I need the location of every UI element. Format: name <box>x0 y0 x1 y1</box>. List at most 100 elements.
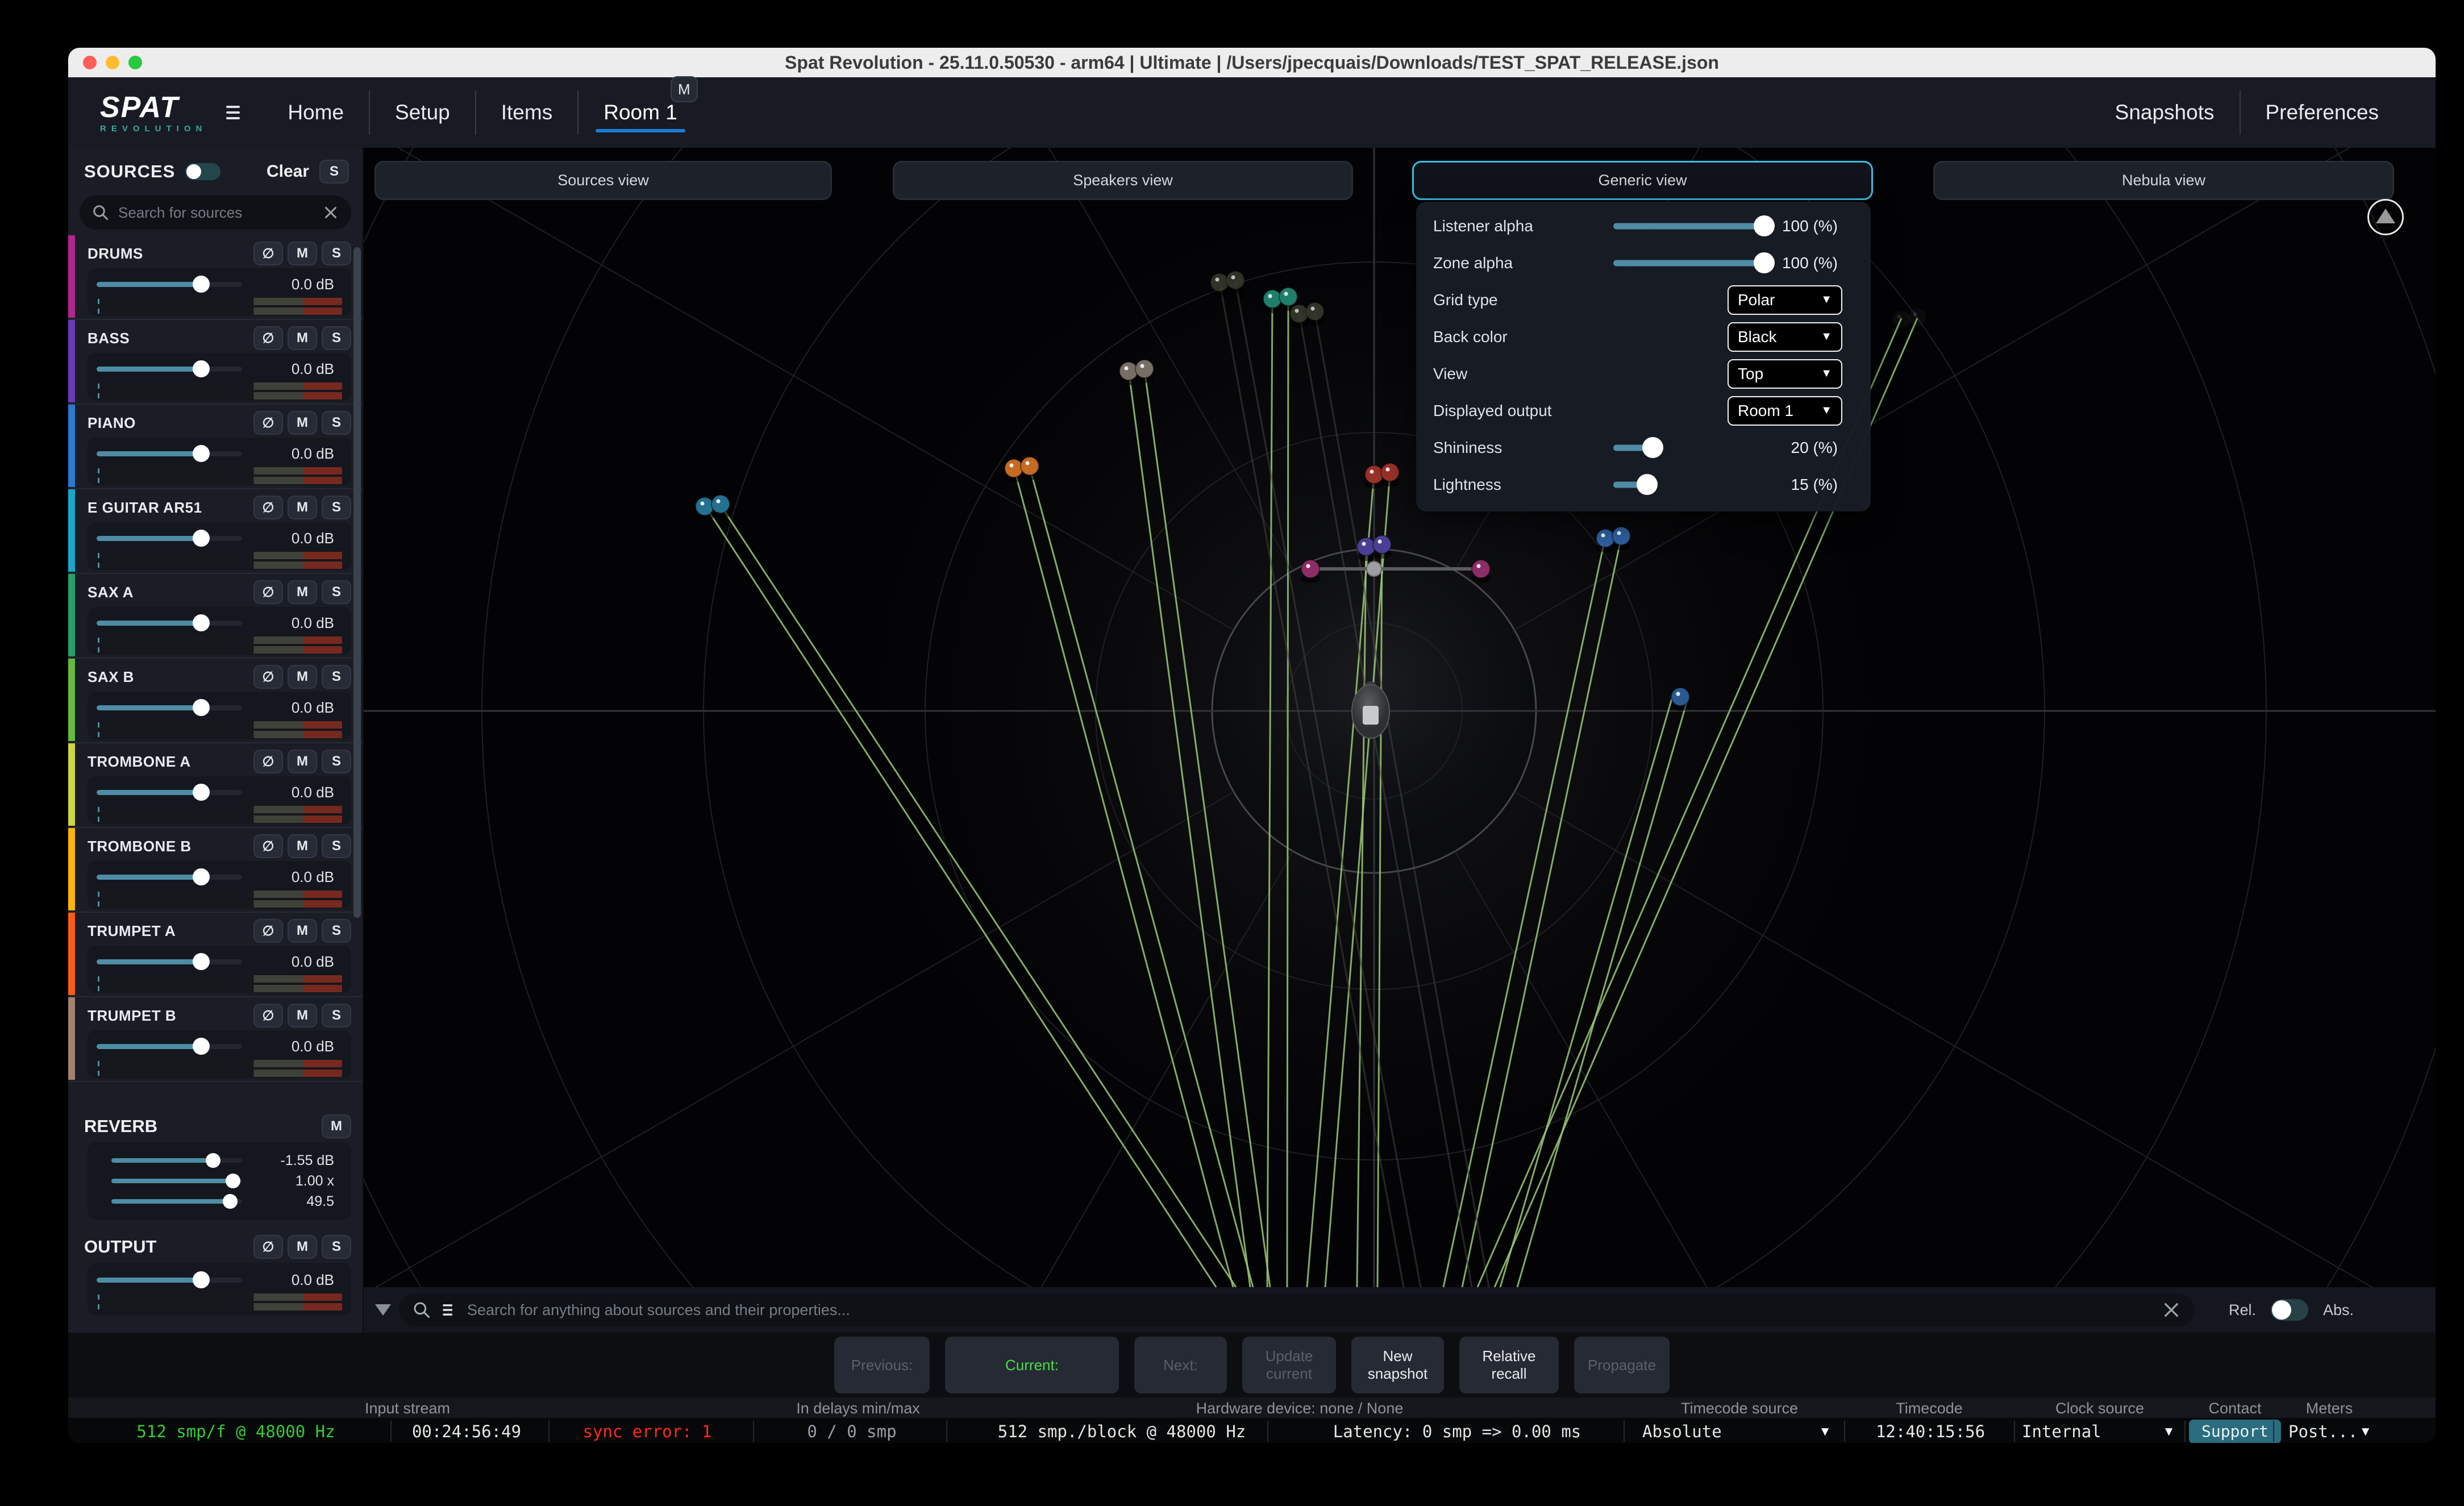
source-sphere[interactable] <box>1020 457 1039 480</box>
reverb-slider[interactable] <box>111 1199 242 1204</box>
minimize-window-button[interactable] <box>106 56 119 69</box>
sources-toggle[interactable] <box>185 163 220 180</box>
output-phase-button[interactable]: ∅ <box>253 1235 283 1259</box>
phase-button[interactable]: ∅ <box>253 242 283 265</box>
close-window-button[interactable] <box>83 56 97 69</box>
snapshot-current-button[interactable]: Current: <box>945 1337 1119 1393</box>
solo-button[interactable]: S <box>322 242 351 265</box>
output-gain-slider[interactable] <box>97 1278 242 1283</box>
source-sphere[interactable] <box>1364 465 1384 489</box>
gain-slider[interactable] <box>97 451 242 456</box>
global-search-bar[interactable] <box>399 1293 2195 1326</box>
gain-slider[interactable] <box>97 875 242 880</box>
midi-badge[interactable]: M <box>671 76 698 102</box>
source-sphere[interactable] <box>1119 362 1138 385</box>
displayed-output-dropdown[interactable]: Room 1 ▼ <box>1728 396 1842 426</box>
snapshot-relative-recall-button[interactable]: Relative recall <box>1459 1337 1559 1393</box>
mute-button[interactable]: M <box>288 1004 317 1027</box>
menu-icon[interactable] <box>226 106 240 119</box>
gain-slider[interactable] <box>97 367 242 372</box>
chevron-down-icon[interactable]: ▼ <box>1821 1424 1829 1438</box>
mute-button[interactable]: M <box>288 496 317 519</box>
solo-button[interactable]: S <box>322 665 351 689</box>
gain-slider[interactable] <box>97 959 242 964</box>
solo-button[interactable]: S <box>322 496 351 519</box>
snapshot-propagate-button[interactable]: Propagate <box>1574 1337 1670 1393</box>
expand-search-icon[interactable] <box>375 1304 391 1316</box>
source-sphere[interactable] <box>1305 302 1325 326</box>
source-sphere[interactable] <box>1263 290 1282 313</box>
view-tab-sources[interactable]: Sources view <box>374 161 832 200</box>
output-mute-button[interactable]: M <box>288 1235 317 1259</box>
mute-button[interactable]: M <box>288 919 317 943</box>
view-tab-nebula[interactable]: Nebula view <box>1933 161 2394 200</box>
snapshot-new-snapshot-button[interactable]: New snapshot <box>1351 1337 1444 1393</box>
tab-items[interactable]: Items <box>476 77 577 148</box>
tab-home[interactable]: Home <box>263 77 369 148</box>
gain-slider[interactable] <box>97 1044 242 1049</box>
source-sphere[interactable] <box>1596 529 1615 552</box>
view-tab-speakers[interactable]: Speakers view <box>893 161 1353 200</box>
source-sphere[interactable] <box>1356 538 1376 561</box>
tab-snapshots[interactable]: Snapshots <box>2090 77 2240 148</box>
mute-button[interactable]: M <box>288 411 317 435</box>
source-sphere[interactable] <box>1671 688 1690 711</box>
source-sphere[interactable] <box>695 497 714 521</box>
zoom-window-button[interactable] <box>128 56 142 69</box>
rel-abs-toggle[interactable] <box>2271 1299 2308 1321</box>
mute-button[interactable]: M <box>288 834 317 858</box>
solo-button[interactable]: S <box>322 411 351 435</box>
chevron-down-icon[interactable]: ▼ <box>2165 1424 2172 1438</box>
timecode-source-value[interactable]: Absolute <box>1642 1422 1722 1441</box>
global-search-input[interactable] <box>467 1301 2151 1319</box>
source-sphere[interactable] <box>1289 305 1309 328</box>
tab-setup[interactable]: Setup <box>370 77 475 148</box>
lightness-slider[interactable] <box>1613 481 1647 488</box>
sources-scrollbar[interactable] <box>353 247 361 918</box>
source-sphere[interactable] <box>1210 273 1229 297</box>
solo-button[interactable]: S <box>322 580 351 604</box>
source-sphere[interactable] <box>1301 560 1320 583</box>
solo-button[interactable]: S <box>322 326 351 350</box>
gain-slider[interactable] <box>97 790 242 795</box>
source-sphere[interactable] <box>1372 535 1392 559</box>
source-sphere[interactable] <box>711 495 730 518</box>
mute-button[interactable]: M <box>288 580 317 604</box>
gain-slider[interactable] <box>97 536 242 541</box>
back-color-dropdown[interactable]: Black ▼ <box>1728 322 1842 352</box>
mute-button[interactable]: M <box>288 665 317 689</box>
clear-button[interactable]: Clear <box>267 162 309 181</box>
tab-preferences[interactable]: Preferences <box>2241 77 2404 148</box>
source-sphere[interactable] <box>1908 308 1927 331</box>
source-sphere[interactable] <box>1226 271 1245 294</box>
snapshot-update-current-button[interactable]: Update current <box>1242 1337 1336 1393</box>
view-tab-generic[interactable]: Generic view <box>1412 161 1873 200</box>
view-dropdown[interactable]: Top ▼ <box>1728 359 1842 389</box>
clear-search-icon[interactable] <box>323 205 339 221</box>
source-sphere[interactable] <box>1380 463 1400 486</box>
phase-button[interactable]: ∅ <box>253 750 283 773</box>
collapse-view-options-button[interactable] <box>2367 199 2404 235</box>
zone-alpha-slider[interactable] <box>1613 260 1764 266</box>
mute-button[interactable]: M <box>288 750 317 773</box>
solo-button[interactable]: S <box>322 834 351 858</box>
mute-button[interactable]: M <box>288 326 317 350</box>
chevron-down-icon[interactable]: ▼ <box>2362 1424 2369 1438</box>
solo-button[interactable]: S <box>322 919 351 943</box>
grid-type-dropdown[interactable]: Polar ▼ <box>1728 285 1842 315</box>
support-button[interactable]: Support <box>2189 1420 2281 1443</box>
source-sphere[interactable] <box>1471 560 1491 583</box>
clock-source-value[interactable]: Internal <box>2022 1422 2101 1441</box>
gain-slider[interactable] <box>97 621 242 626</box>
mute-button[interactable]: M <box>288 242 317 265</box>
reverb-mute-button[interactable]: M <box>322 1114 351 1138</box>
tab-room-1[interactable]: Room 1 M <box>578 77 702 148</box>
gain-slider[interactable] <box>97 705 242 710</box>
snapshot-next-button[interactable]: Next: <box>1134 1337 1227 1393</box>
sources-search-input[interactable] <box>118 204 314 222</box>
source-sphere[interactable] <box>1004 459 1023 482</box>
filter-list-icon[interactable] <box>441 1302 457 1318</box>
shininess-slider[interactable] <box>1613 444 1653 451</box>
sources-search[interactable] <box>80 195 351 230</box>
solo-button[interactable]: S <box>322 750 351 773</box>
